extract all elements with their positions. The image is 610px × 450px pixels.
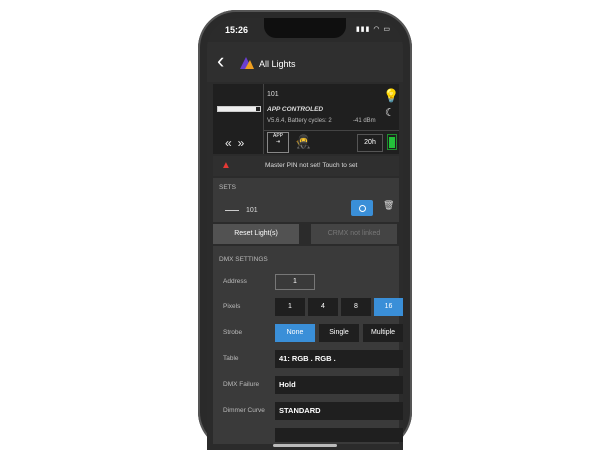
strobe-option-none[interactable]: None bbox=[275, 324, 315, 342]
strobe-option-single[interactable]: Single bbox=[319, 324, 359, 342]
device-card[interactable]: 101 APP CONTROLED V5.6.4, Battery cycles… bbox=[213, 84, 399, 154]
address-label: Address bbox=[223, 278, 247, 285]
pixels-option-8[interactable]: 8 bbox=[341, 298, 371, 316]
bulb-icon[interactable]: 💡 bbox=[383, 88, 399, 104]
reset-lights-button[interactable]: Reset Light(s) bbox=[213, 224, 299, 244]
action-buttons: Reset Light(s) CRMX not linked bbox=[213, 224, 399, 244]
table-label: Table bbox=[223, 355, 239, 362]
pixels-label: Pixels bbox=[223, 303, 241, 310]
strobe-label: Strobe bbox=[223, 329, 243, 336]
intensity-bar-fill bbox=[218, 107, 256, 111]
cmx-link-button: CRMX not linked bbox=[311, 224, 397, 244]
nav-bar: ‹ All Lights bbox=[207, 42, 403, 82]
chevron-left-icon[interactable]: ‹ bbox=[217, 48, 224, 74]
sleep-moon-icon[interactable]: ☾ bbox=[385, 106, 395, 119]
alert-text: Master PIN not set! Touch to set bbox=[265, 162, 358, 169]
pixels-option-1[interactable]: 1 bbox=[275, 298, 305, 316]
dmx-failure-label: DMX Failure bbox=[223, 381, 260, 388]
trash-icon[interactable]: 🗑 bbox=[383, 200, 394, 211]
dimmer-curve-select[interactable]: STANDARD bbox=[275, 402, 403, 420]
hours-badge[interactable]: 20h bbox=[357, 134, 383, 152]
app-screen: 15:26 ▮▮▮ ◠ ▭ ‹ All Lights 101 APP CONTR… bbox=[207, 18, 403, 450]
ninja-icon[interactable]: 🥷 bbox=[295, 134, 311, 150]
set-item-name[interactable]: 101 bbox=[246, 207, 258, 214]
home-indicator[interactable] bbox=[273, 444, 337, 447]
battery-icon bbox=[387, 134, 397, 150]
app-mode-icon[interactable]: APP ⇥ bbox=[267, 132, 289, 153]
app-mode-label: APP bbox=[272, 133, 283, 139]
sets-header: SETS bbox=[219, 184, 236, 191]
set-intensity-line bbox=[225, 210, 239, 211]
dmx-failure-select[interactable]: Hold bbox=[275, 376, 403, 394]
warning-icon: ▲ bbox=[221, 160, 231, 171]
dmx-section: DMX SETTINGS Address 1 Pixels 1 4 8 16 S… bbox=[213, 246, 403, 444]
status-icons: ▮▮▮ ◠ ▭ bbox=[355, 26, 391, 33]
device-version: V5.6.4, Battery cycles: 2 bbox=[267, 118, 332, 124]
device-mode: APP CONTROLED bbox=[267, 106, 324, 113]
page-title: All Lights bbox=[259, 59, 296, 69]
sets-section: SETS 101 🗑 bbox=[213, 178, 399, 222]
strobe-option-multiple[interactable]: Multiple bbox=[363, 324, 403, 342]
table-select[interactable]: 41: RGB . RGB . bbox=[275, 350, 403, 368]
target-icon bbox=[359, 205, 366, 212]
device-rssi: -41 dBm bbox=[353, 118, 376, 124]
pixels-option-4[interactable]: 4 bbox=[308, 298, 338, 316]
pixels-option-16[interactable]: 16 bbox=[374, 298, 403, 316]
dmx-header: DMX SETTINGS bbox=[219, 256, 268, 263]
divider bbox=[263, 84, 264, 154]
intensity-bar bbox=[217, 106, 261, 112]
master-pin-alert[interactable]: ▲ Master PIN not set! Touch to set bbox=[213, 156, 399, 176]
battery-fill bbox=[389, 137, 395, 148]
status-bar: 15:26 ▮▮▮ ◠ ▭ bbox=[207, 18, 403, 40]
status-time: 15:26 bbox=[225, 25, 249, 35]
next-setting-field[interactable] bbox=[275, 428, 403, 442]
app-logo-icon bbox=[240, 57, 254, 69]
set-select-button[interactable] bbox=[351, 200, 373, 216]
dimmer-curve-label: Dimmer Curve bbox=[223, 407, 265, 414]
divider bbox=[264, 130, 399, 131]
address-field[interactable]: 1 bbox=[275, 274, 315, 290]
chevron-double-icon[interactable]: «» bbox=[225, 136, 250, 150]
device-name: 101 bbox=[267, 91, 279, 98]
